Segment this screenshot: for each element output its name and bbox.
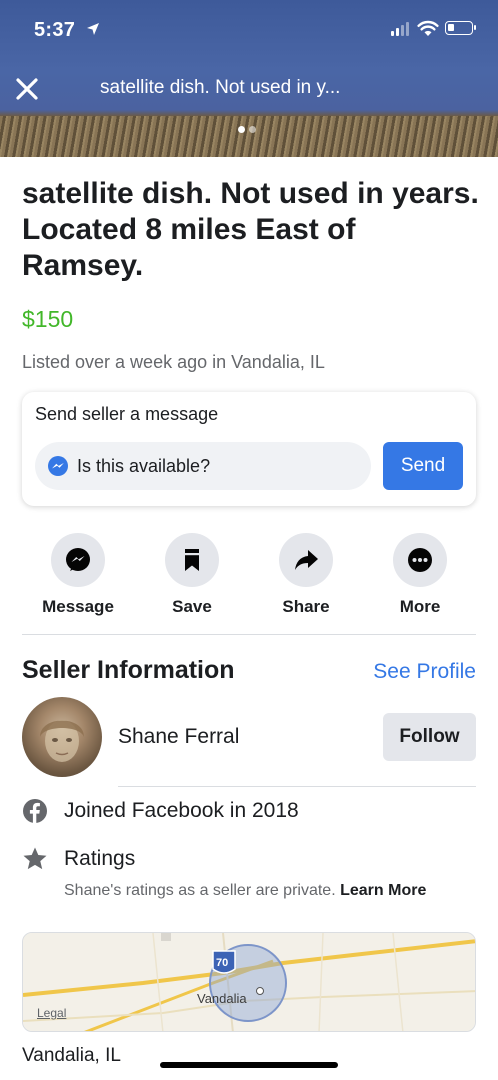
photo-pager-dots	[238, 126, 256, 133]
message-card-label: Send seller a message	[35, 404, 219, 424]
listing-photo-header[interactable]: 5:37 satellite dish. Not used in y...	[0, 0, 498, 157]
pager-dot	[249, 126, 256, 133]
status-time: 5:37	[34, 19, 76, 41]
map-town-label: Vandalia	[197, 991, 247, 1006]
share-action-label: Share	[282, 597, 330, 616]
send-button[interactable]: Send	[383, 442, 463, 490]
listing-meta: Listed over a week ago in Vandalia, IL	[22, 352, 325, 372]
map-graphic	[23, 933, 475, 1031]
save-action-circle	[165, 533, 219, 587]
avatar-photo	[40, 720, 84, 762]
message-action-circle	[51, 533, 105, 587]
more-action-label: More	[399, 597, 441, 616]
seller-divider	[118, 786, 476, 787]
location-map[interactable]: 70 Vandalia Legal	[22, 932, 476, 1032]
save-action-button[interactable]: Save	[142, 533, 242, 617]
ratings-description: Shane's ratings as a seller are private.…	[64, 880, 464, 901]
action-bar: Message Save Share More	[22, 533, 476, 623]
joined-text: Joined Facebook in 2018	[64, 799, 299, 822]
wifi-icon	[417, 20, 439, 36]
seller-avatar[interactable]	[22, 697, 102, 777]
more-action-button[interactable]: More	[370, 533, 470, 617]
see-profile-link[interactable]: See Profile	[373, 660, 476, 684]
listing-price: $150	[22, 306, 74, 332]
message-action-button[interactable]: Message	[28, 533, 128, 617]
messenger-icon	[48, 456, 68, 476]
map-legal-link[interactable]: Legal	[37, 1006, 66, 1020]
save-action-label: Save	[172, 597, 212, 616]
share-action-circle	[279, 533, 333, 587]
pager-dot-active	[238, 126, 245, 133]
message-action-label: Message	[42, 597, 114, 616]
learn-more-link[interactable]: Learn More	[340, 882, 426, 899]
seller-info-heading: Seller Information	[22, 656, 235, 684]
ratings-row: Ratings	[22, 846, 135, 872]
interstate-shield: 70	[216, 957, 229, 969]
listing-photo	[0, 116, 498, 157]
listing-title: satellite dish. Not used in years. Locat…	[22, 177, 479, 282]
star-icon	[23, 847, 47, 870]
messenger-icon	[66, 548, 90, 571]
close-icon[interactable]	[14, 76, 40, 102]
cell-signal-icon	[391, 22, 409, 36]
ratings-label: Ratings	[64, 847, 136, 870]
battery-icon	[445, 21, 476, 35]
message-seller-card: Send seller a message Is this available?…	[22, 392, 476, 506]
location-city: Vandalia, IL	[22, 1045, 121, 1066]
ratings-desc-text: Shane's ratings as a seller are private.	[64, 882, 336, 899]
header-title: satellite dish. Not used in y...	[100, 77, 341, 98]
share-arrow-icon	[295, 550, 318, 570]
seller-name[interactable]: Shane Ferral	[118, 725, 239, 749]
facebook-icon	[23, 799, 47, 823]
joined-row: Joined Facebook in 2018	[22, 798, 299, 824]
bookmark-icon	[185, 549, 199, 571]
message-input[interactable]: Is this available?	[35, 442, 371, 490]
message-input-value: Is this available?	[77, 455, 211, 476]
home-indicator[interactable]	[160, 1062, 338, 1068]
more-dots-icon	[408, 548, 432, 572]
location-arrow-icon	[87, 23, 99, 35]
share-action-button[interactable]: Share	[256, 533, 356, 617]
status-bar: 5:37	[0, 0, 498, 60]
follow-button[interactable]: Follow	[383, 713, 476, 761]
section-divider	[22, 634, 476, 635]
more-action-circle	[393, 533, 447, 587]
